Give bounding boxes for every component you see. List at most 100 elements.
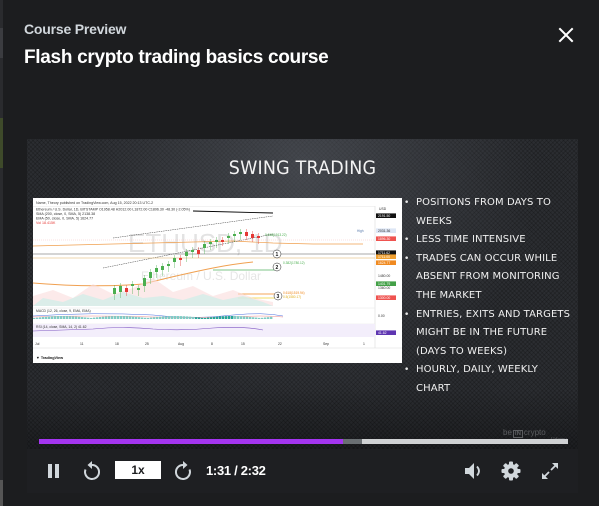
fib-label: 0.5(1580.17) — [283, 295, 301, 299]
macd-bar — [219, 316, 222, 319]
x-tick-label: 18 — [115, 342, 119, 346]
candle-body — [137, 288, 140, 290]
macd-bar — [237, 316, 240, 319]
macd-bar — [189, 316, 192, 319]
macd-bar — [234, 316, 237, 319]
candle-body — [119, 286, 122, 292]
macd-bar — [93, 317, 96, 319]
macd-bar — [150, 317, 153, 319]
progress-bar[interactable] — [39, 439, 568, 444]
x-tick-label: 1 — [363, 342, 365, 346]
modal-header: Course Preview Flash crypto trading basi… — [24, 21, 599, 69]
price-label: 1360.00 — [378, 286, 390, 290]
pause-button[interactable] — [47, 463, 61, 479]
volume-button[interactable] — [464, 462, 484, 480]
slide-bullet: ENTRIES, EXITS AND TARGETS MIGHT BE IN T… — [404, 306, 574, 362]
fib-label: 0.618(1913.22) — [265, 233, 287, 237]
macd-bar — [120, 316, 123, 319]
rewind-button[interactable] — [82, 460, 102, 482]
macd-bar — [51, 316, 54, 319]
playback-speed-button[interactable]: 1x — [115, 461, 161, 479]
macd-bar — [258, 317, 261, 319]
trading-chart-image: Name, Theory published on TradingView.co… — [33, 198, 402, 363]
macd-bar — [264, 317, 267, 319]
rewind-5-icon — [84, 461, 101, 480]
macd-bar — [48, 316, 51, 319]
macd-bar — [45, 316, 48, 319]
macd-bar — [57, 316, 60, 319]
price-label: 1624.77 — [378, 261, 390, 265]
macd-bar — [243, 316, 246, 319]
x-tick-label: 25 — [145, 342, 149, 346]
video-frame[interactable]: SWING TRADING Name, Theory published on … — [27, 139, 578, 449]
macd-bar — [96, 317, 99, 319]
macd-bar — [249, 316, 252, 319]
macd-bar — [66, 316, 69, 319]
chart-svg: Name, Theory published on TradingView.co… — [33, 198, 402, 363]
candle-body — [185, 252, 188, 256]
candle-body — [113, 288, 116, 294]
macd-bar — [165, 316, 168, 319]
video-player[interactable]: SWING TRADING Name, Theory published on … — [27, 139, 578, 493]
macd-bar — [75, 316, 78, 319]
chart-legend-line: Vol 18.415K — [36, 221, 56, 225]
close-button[interactable] — [557, 26, 575, 44]
candle-body — [197, 250, 200, 254]
candle-body — [251, 234, 254, 238]
settings-button[interactable] — [501, 461, 521, 481]
x-tick-label: 15 — [241, 342, 245, 346]
macd-bar — [222, 316, 225, 319]
expand-icon — [542, 463, 558, 479]
candle-body — [161, 266, 164, 270]
macd-bar — [204, 317, 207, 319]
macd-bar — [114, 316, 117, 319]
price-label: 41.62 — [378, 331, 387, 335]
macd-bar — [78, 316, 81, 319]
candle-body — [173, 258, 176, 262]
candle-body — [179, 258, 182, 260]
wave-marker-label: 1 — [276, 252, 279, 258]
macd-bar — [138, 317, 141, 319]
price-label: 0.00 — [378, 314, 385, 318]
macd-bar — [105, 316, 108, 319]
macd-bar — [186, 316, 189, 319]
macd-bar — [159, 316, 162, 319]
macd-bar — [180, 316, 183, 319]
chart-legend-line: EMA (50, close, 0, SMA, 5) 1624.77 — [36, 217, 93, 221]
close-icon — [558, 27, 574, 43]
candle-body — [239, 232, 242, 234]
rsi-label: RSI (14, close, SMA, 14, 2) 41.62 — [36, 325, 87, 329]
macd-bar — [201, 317, 204, 319]
candle-body — [143, 278, 146, 286]
chart-legend-line: Ethereum / U.S. Dollar, 1D, BITSTAMP O19… — [36, 208, 190, 212]
forward-5-icon — [174, 461, 191, 480]
candle-body — [233, 234, 236, 236]
macd-bar — [183, 316, 186, 319]
macd-bar — [168, 316, 171, 319]
macd-bar — [240, 316, 243, 319]
candle-body — [245, 232, 248, 236]
macd-bar — [84, 317, 87, 319]
slide-bullet: HOURLY, DAILY, WEEKLY CHART — [404, 361, 574, 398]
macd-bar — [147, 317, 150, 319]
fullscreen-button[interactable] — [540, 461, 560, 481]
macd-bar — [132, 316, 135, 319]
macd-bar — [126, 316, 129, 319]
macd-bar — [252, 317, 255, 319]
macd-bar — [135, 316, 138, 319]
time-display: 1:31 / 2:32 — [206, 463, 266, 478]
macd-bar — [123, 316, 126, 319]
macd-bar — [117, 316, 120, 319]
slide-title: SWING TRADING — [228, 157, 377, 179]
becrypto-watermark: beINcrypto Udemy — [503, 428, 567, 443]
gear-icon — [501, 461, 521, 481]
slide-bullet: TRADES CAN OCCUR WHILE ABSENT FROM MONIT… — [404, 250, 574, 306]
price-label: 1711.00 — [378, 255, 390, 259]
candle-body — [209, 242, 212, 244]
forward-button[interactable] — [173, 460, 193, 482]
macd-bar — [129, 316, 132, 319]
macd-bar — [255, 317, 258, 319]
x-tick-label: 22 — [278, 342, 282, 346]
tradingview-footer: ▼ TradingView — [36, 356, 63, 360]
macd-bar — [192, 316, 195, 319]
